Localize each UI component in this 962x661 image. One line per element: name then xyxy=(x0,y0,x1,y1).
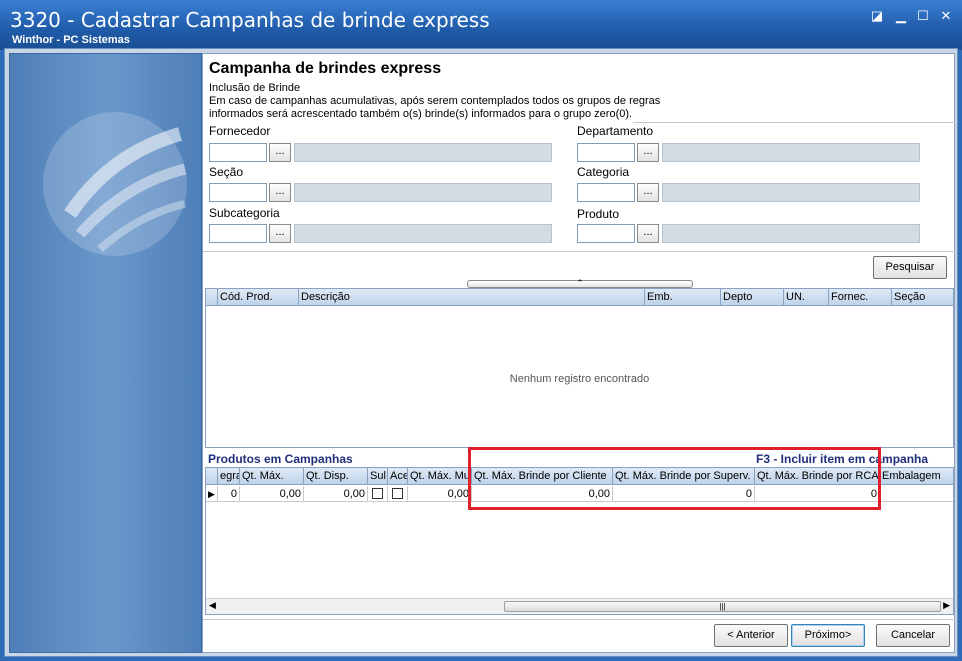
scroll-left-icon[interactable]: ◀ xyxy=(209,600,216,611)
cell-qt-max[interactable]: 0,00 xyxy=(240,486,304,502)
secao-description-field xyxy=(294,183,552,202)
subcategoria-code-input[interactable] xyxy=(209,224,267,243)
grid-indicator-col xyxy=(206,289,218,306)
help-icon[interactable]: ◪ xyxy=(868,8,886,24)
col-secao[interactable]: Seção xyxy=(892,289,953,306)
col-qt-max-mu[interactable]: Qt. Máx. Mu xyxy=(408,468,472,485)
page-title: Campanha de brindes express xyxy=(209,60,442,77)
pesquisar-button[interactable]: Pesquisar xyxy=(873,256,947,279)
col-qt-max[interactable]: Qt. Máx. xyxy=(240,468,304,485)
search-results-grid[interactable]: Cód. Prod. Descrição Emb. Depto UN. Forn… xyxy=(205,288,954,448)
title-bar: 3320 - Cadastrar Campanhas de brinde exp… xyxy=(0,0,962,50)
cell-ace-checkbox[interactable] xyxy=(388,486,408,502)
header-line-3: informados será acrescentado também o(s)… xyxy=(209,108,633,120)
cell-qt-max-mu[interactable]: 0,00 xyxy=(408,486,472,502)
col-sub[interactable]: Sul xyxy=(368,468,388,485)
scroll-thumb[interactable]: ||| xyxy=(504,601,941,612)
categoria-label: Categoria xyxy=(577,165,630,179)
secao-lookup-button[interactable]: ... xyxy=(269,183,291,202)
anterior-button[interactable]: < Anterior xyxy=(714,624,788,647)
categoria-description-field xyxy=(662,183,920,202)
departamento-description-field xyxy=(662,143,920,162)
produto-label: Produto xyxy=(577,207,620,221)
departamento-lookup-button[interactable]: ... xyxy=(637,143,659,162)
subcategoria-description-field xyxy=(294,224,552,243)
close-icon[interactable]: ✕ xyxy=(937,8,955,24)
window-frame: Campanha de brindes express Inclusão de … xyxy=(4,48,958,657)
departamento-code-input[interactable] xyxy=(577,143,635,162)
window-title: 3320 - Cadastrar Campanhas de brinde exp… xyxy=(10,8,490,32)
fornecedor-lookup-button[interactable]: ... xyxy=(269,143,291,162)
splitter-handle[interactable]: ⌃ xyxy=(467,279,693,288)
header-line-1: Inclusão de Brinde xyxy=(209,82,301,94)
col-cod-prod[interactable]: Cód. Prod. xyxy=(218,289,299,306)
sidebar-panel xyxy=(9,53,202,653)
main-content: Campanha de brindes express Inclusão de … xyxy=(202,53,956,653)
footer-separator xyxy=(203,619,956,620)
search-grid-header: Cód. Prod. Descrição Emb. Depto UN. Forn… xyxy=(206,289,953,306)
subcategoria-label: Subcategoria xyxy=(209,206,280,220)
campanhas-section-title: Produtos em Campanhas xyxy=(208,452,353,466)
col-ace[interactable]: Ace xyxy=(388,468,408,485)
header-line-2: Em caso de campanhas acumulativas, após … xyxy=(209,95,661,107)
col-descricao[interactable]: Descrição xyxy=(299,289,645,306)
produto-description-field xyxy=(662,224,920,243)
campanhas-horizontal-scrollbar[interactable]: ◀ ||| ▶ xyxy=(206,598,953,614)
categoria-lookup-button[interactable]: ... xyxy=(637,183,659,202)
maximize-icon[interactable]: ☐ xyxy=(914,8,932,24)
produto-lookup-button[interactable]: ... xyxy=(637,224,659,243)
col-embalagem[interactable]: Embalagem xyxy=(880,468,953,485)
annotation-highlight-box xyxy=(468,447,881,510)
grid-indicator-col xyxy=(206,468,218,485)
checkbox-icon[interactable] xyxy=(392,487,403,499)
minimize-icon[interactable]: ▁ xyxy=(892,8,910,24)
secao-label: Seção xyxy=(209,165,244,179)
col-un[interactable]: UN. xyxy=(784,289,829,306)
col-qt-disp[interactable]: Qt. Disp. xyxy=(304,468,368,485)
col-fornec[interactable]: Fornec. xyxy=(829,289,892,306)
departamento-label: Departamento xyxy=(577,124,654,138)
fornecedor-description-field xyxy=(294,143,552,162)
cancelar-button[interactable]: Cancelar xyxy=(876,624,950,647)
row-indicator-icon: ▶ xyxy=(206,486,218,502)
scroll-right-icon[interactable]: ▶ xyxy=(943,600,950,611)
cell-regra[interactable]: 0 xyxy=(218,486,240,502)
checkbox-icon[interactable] xyxy=(372,487,383,499)
window-subtitle: Winthor - PC Sistemas xyxy=(12,34,130,46)
produto-code-input[interactable] xyxy=(577,224,635,243)
empty-message: Nenhum registro encontrado xyxy=(509,373,650,385)
winthor-logo-icon xyxy=(43,112,187,256)
col-depto[interactable]: Depto xyxy=(721,289,784,306)
col-emb[interactable]: Emb. xyxy=(645,289,721,306)
fornecedor-code-input[interactable] xyxy=(209,143,267,162)
cell-sub-checkbox[interactable] xyxy=(368,486,388,502)
categoria-code-input[interactable] xyxy=(577,183,635,202)
col-regra[interactable]: egra xyxy=(218,468,240,485)
fornecedor-label: Fornecedor xyxy=(209,124,271,138)
subcategoria-lookup-button[interactable]: ... xyxy=(269,224,291,243)
secao-code-input[interactable] xyxy=(209,183,267,202)
cell-qt-disp[interactable]: 0,00 xyxy=(304,486,368,502)
header-separator xyxy=(633,122,955,123)
filters-separator xyxy=(203,251,956,252)
proximo-button[interactable]: Próximo> xyxy=(791,624,865,647)
cell-embalagem[interactable] xyxy=(880,486,953,502)
